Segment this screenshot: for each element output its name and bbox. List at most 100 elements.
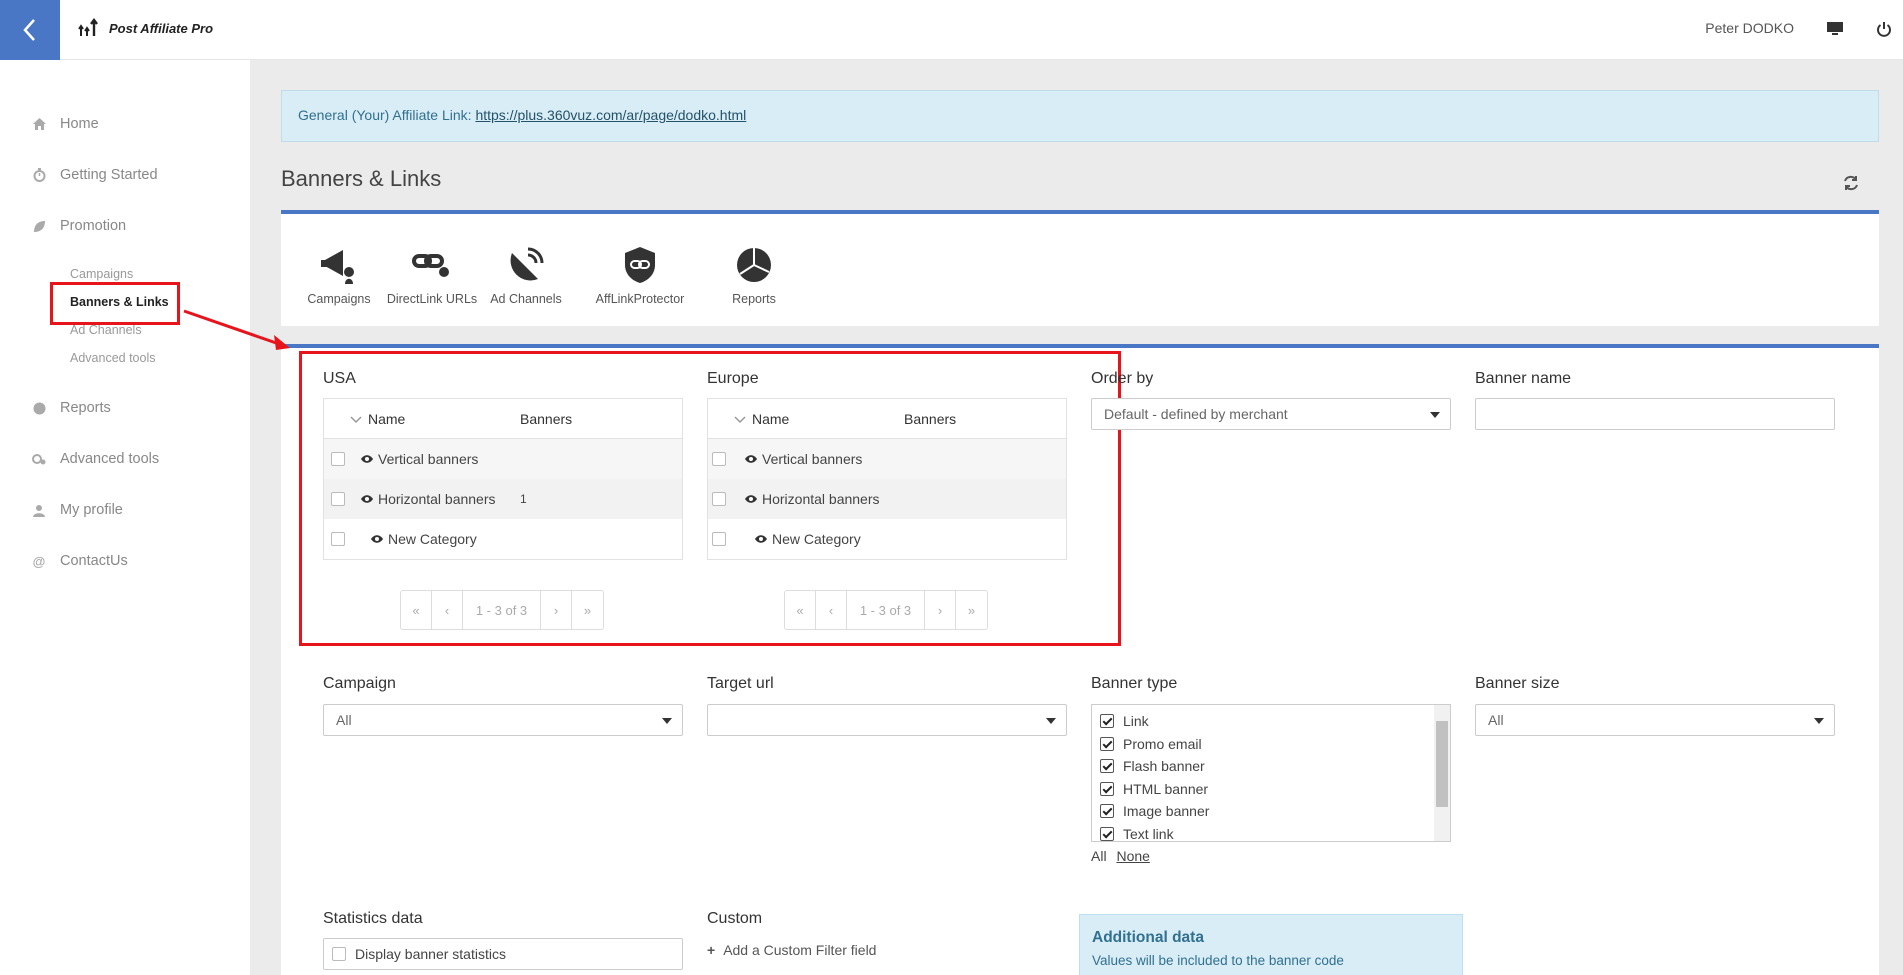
scrollbar[interactable] xyxy=(1434,705,1450,841)
checkbox-checked[interactable] xyxy=(1100,804,1114,819)
display-statistics-checkbox[interactable] xyxy=(332,947,346,961)
option-label: Promo email xyxy=(1123,735,1202,752)
at-icon: @ xyxy=(32,553,46,569)
main-content: General (Your) Affiliate Link: https://p… xyxy=(250,60,1903,975)
sidebar-item-label: Home xyxy=(60,116,99,132)
target-url-select[interactable] xyxy=(707,704,1067,736)
annotation-highlight-box xyxy=(50,282,180,325)
megaphone-icon xyxy=(318,244,360,286)
add-custom-filter-label: Add a Custom Filter field xyxy=(723,942,877,958)
option-label: Link xyxy=(1123,713,1149,730)
tabs-panel: Campaigns DirectLink URLs Ad Channels Af… xyxy=(281,210,1879,326)
order-by-label: Order by xyxy=(1091,370,1154,387)
checkbox-checked[interactable] xyxy=(1100,736,1114,751)
campaign-value: All xyxy=(336,712,352,728)
checkbox-checked[interactable] xyxy=(1100,781,1114,796)
option-label: Text link xyxy=(1123,825,1174,842)
refresh-icon[interactable] xyxy=(1842,174,1860,192)
tab-label: Campaigns xyxy=(307,292,371,306)
logo-icon xyxy=(78,18,98,36)
tab-reports[interactable]: Reports xyxy=(699,244,809,306)
campaign-select[interactable]: All xyxy=(323,704,683,736)
gears-icon xyxy=(32,452,46,466)
plus-icon: + xyxy=(707,942,716,958)
sidebar-item-label: Getting Started xyxy=(60,167,158,183)
tab-label: DirectLink URLs xyxy=(386,292,478,306)
display-statistics-label: Display banner statistics xyxy=(355,946,506,962)
sidebar-item-label: Promotion xyxy=(60,218,127,234)
caret-down-icon xyxy=(1814,718,1824,724)
monitor-icon[interactable] xyxy=(1824,18,1846,40)
caret-down-icon xyxy=(1046,718,1056,724)
select-all-none: All None xyxy=(1091,848,1150,864)
checkbox-checked[interactable] xyxy=(1100,714,1114,729)
filter-panel: USA Name Banners Vertical banners Horizo… xyxy=(281,344,1879,975)
home-icon xyxy=(32,117,46,131)
banner-type-option[interactable]: Image banner xyxy=(1092,800,1450,823)
sidebar-subitem-ad-channels[interactable]: Ad Channels xyxy=(70,323,142,337)
sidebar-item-advanced-tools[interactable]: Advanced tools xyxy=(32,451,159,467)
power-icon[interactable] xyxy=(1873,18,1895,40)
sidebar: Home Getting Started Promotion Campaigns… xyxy=(0,60,250,975)
globe-icon xyxy=(32,401,46,415)
sidebar-subitem-campaigns[interactable]: Campaigns xyxy=(70,267,133,281)
sidebar-item-reports[interactable]: Reports xyxy=(32,400,111,416)
additional-data-title: Additional data xyxy=(1092,929,1204,946)
sidebar-subitem-advanced-tools[interactable]: Advanced tools xyxy=(70,351,155,365)
target-url-label: Target url xyxy=(707,675,774,692)
add-custom-filter-link[interactable]: + Add a Custom Filter field xyxy=(707,942,876,958)
user-name[interactable]: Peter DODKO xyxy=(1705,20,1794,36)
back-button[interactable] xyxy=(0,0,60,60)
leaf-icon xyxy=(32,219,46,233)
banner-type-option[interactable]: HTML banner xyxy=(1092,778,1450,801)
banner-size-label: Banner size xyxy=(1475,675,1560,692)
select-all-label: All xyxy=(1091,848,1107,864)
order-by-value: Default - defined by merchant xyxy=(1104,406,1288,422)
banner-type-option[interactable]: Promo email xyxy=(1092,733,1450,756)
additional-data-box: Additional data Values will be included … xyxy=(1079,914,1463,975)
tab-label: Ad Channels xyxy=(490,292,562,306)
annotation-arrow-icon xyxy=(183,309,290,350)
banner-type-option[interactable]: Text link xyxy=(1092,823,1450,842)
user-icon xyxy=(32,503,46,517)
checkbox-checked[interactable] xyxy=(1100,826,1114,841)
caret-down-icon xyxy=(662,718,672,724)
sidebar-item-label: My profile xyxy=(60,502,123,518)
caret-down-icon xyxy=(1430,412,1440,418)
sidebar-item-home[interactable]: Home xyxy=(32,116,99,132)
scrollbar-thumb[interactable] xyxy=(1436,721,1448,807)
affiliate-link[interactable]: https://plus.360vuz.com/ar/page/dodko.ht… xyxy=(475,107,746,123)
checkbox-checked[interactable] xyxy=(1100,759,1114,774)
display-statistics-field[interactable]: Display banner statistics xyxy=(323,938,683,970)
satellite-dish-icon xyxy=(505,244,547,286)
affiliate-link-label: General (Your) Affiliate Link: xyxy=(298,107,472,123)
banner-name-label: Banner name xyxy=(1475,370,1572,387)
annotation-highlight-box xyxy=(299,351,1121,646)
sidebar-item-label: ContactUs xyxy=(60,553,128,569)
additional-data-text: Values will be included to the banner co… xyxy=(1092,953,1344,968)
sidebar-item-label: Advanced tools xyxy=(60,451,160,467)
banner-type-option[interactable]: Link xyxy=(1092,710,1450,733)
top-bar: Post Affiliate Pro Peter DODKO xyxy=(0,0,1903,60)
custom-label: Custom xyxy=(707,910,763,927)
chevron-left-icon xyxy=(23,19,35,41)
sidebar-item-contactus[interactable]: @ ContactUs xyxy=(32,553,128,569)
sidebar-item-getting-started[interactable]: Getting Started xyxy=(32,167,158,183)
banner-type-option[interactable]: Flash banner xyxy=(1092,755,1450,778)
page-title: Banners & Links xyxy=(281,166,442,191)
sidebar-item-my-profile[interactable]: My profile xyxy=(32,502,123,518)
option-label: Image banner xyxy=(1123,803,1210,820)
brand[interactable]: Post Affiliate Pro xyxy=(78,18,213,38)
select-none-link[interactable]: None xyxy=(1116,848,1149,864)
chain-link-icon xyxy=(411,244,453,286)
order-by-select[interactable]: Default - defined by merchant xyxy=(1091,398,1451,430)
tab-afflinkprotector[interactable]: AffLinkProtector xyxy=(585,244,695,306)
tab-ad-channels[interactable]: Ad Channels xyxy=(471,244,581,306)
tab-label: AffLinkProtector xyxy=(595,292,685,306)
tab-label: Reports xyxy=(732,292,776,306)
banner-name-input[interactable] xyxy=(1475,398,1835,430)
sidebar-item-promotion[interactable]: Promotion xyxy=(32,218,126,234)
statistics-label: Statistics data xyxy=(323,910,423,927)
banner-type-listbox[interactable]: Link Promo email Flash banner HTML banne… xyxy=(1091,704,1451,842)
banner-size-select[interactable]: All xyxy=(1475,704,1835,736)
